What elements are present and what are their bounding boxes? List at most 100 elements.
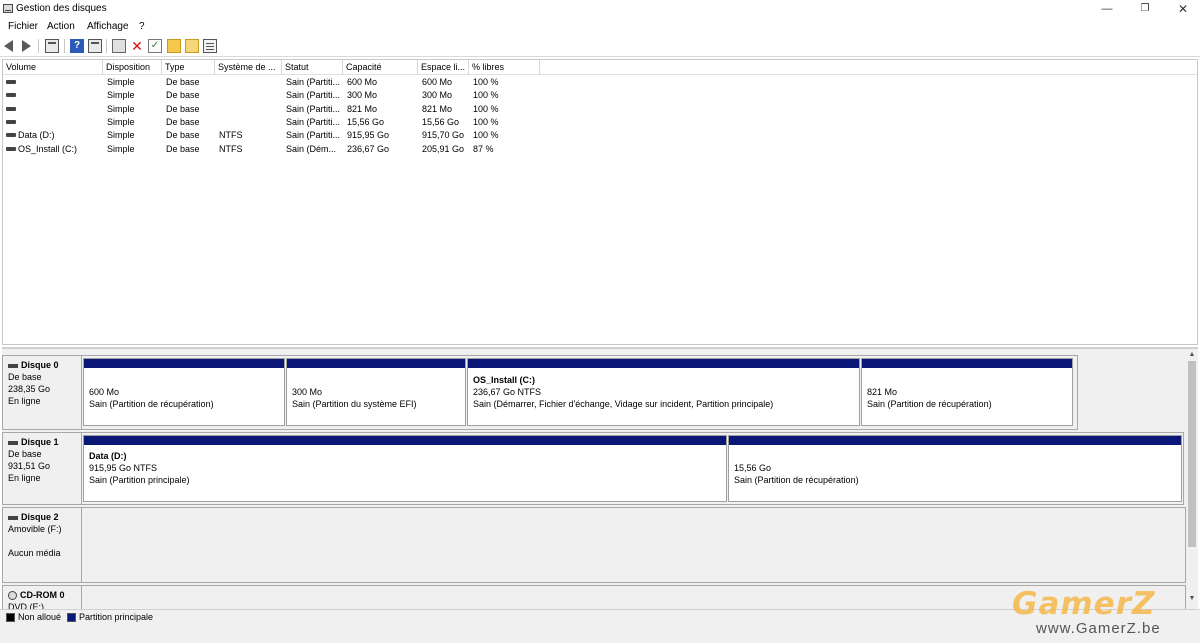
scroll-thumb[interactable] [1188, 361, 1196, 547]
disk-size [8, 535, 81, 547]
menu-action[interactable]: Action [47, 21, 75, 32]
partition-os-install[interactable]: OS_Install (C:) 236,67 Go NTFS Sain (Dém… [467, 358, 860, 426]
partition-recovery[interactable]: 15,56 Go Sain (Partition de récupération… [728, 435, 1182, 502]
table-cell: 915,95 Go [347, 130, 390, 141]
table-cell: 15,56 Go [422, 116, 460, 127]
delete-icon[interactable]: ✕ [130, 39, 144, 53]
minimize-button[interactable]: — [1088, 0, 1126, 19]
folder-search-icon[interactable] [185, 39, 199, 53]
partition-size: 236,67 Go NTFS [473, 387, 542, 397]
scroll-up-icon[interactable]: ▲ [1188, 351, 1196, 359]
partition-status: Sain (Partition principale) [89, 475, 190, 485]
partition-recovery[interactable]: 600 Mo Sain (Partition de récupération) [83, 358, 285, 426]
menu-fichier[interactable]: Fichier [8, 21, 38, 32]
column-type[interactable]: Type [162, 60, 215, 75]
partition-bar [287, 359, 465, 368]
watermark-url: www.GamerZ.be [1036, 620, 1161, 637]
cdrom-0-label[interactable]: CD-ROM 0 DVD (E:) [2, 585, 82, 609]
table-cell: De base [166, 77, 200, 87]
disk-type: De base [8, 372, 42, 382]
volume-cell: Data (D:) [3, 129, 103, 142]
table-row[interactable]: Simple De base Sain (Partiti... 821 Mo 821 M… [3, 103, 1197, 116]
table-cell: Simple [107, 90, 135, 101]
column-percent-free[interactable]: % libres [469, 60, 540, 75]
disk-row-2: Disque 2 Amovible (F:) Aucun média [2, 507, 1186, 583]
disk-0-label[interactable]: Disque 0 De base 238,35 Go En ligne [2, 355, 82, 430]
table-cell: 15,56 Go [347, 116, 385, 127]
volume-name: Data (D:) [18, 130, 55, 141]
help-icon[interactable]: ? [70, 39, 84, 53]
toolbar-separator [106, 39, 107, 53]
disk-1-label[interactable]: Disque 1 De base 931,51 Go En ligne [2, 432, 82, 505]
volume-icon [6, 146, 16, 151]
partition-bar [468, 359, 859, 368]
disk-name: Disque 1 [21, 437, 59, 447]
column-disposition[interactable]: Disposition [103, 60, 162, 75]
table-cell: Simple [107, 143, 135, 154]
table-cell: Sain (Partiti... [286, 116, 341, 127]
column-capacity[interactable]: Capacité [343, 60, 418, 75]
volume-list[interactable]: Volume Disposition Type Système de ... S… [2, 59, 1198, 345]
volume-cell [3, 76, 103, 89]
disk-name: CD-ROM 0 [20, 590, 65, 600]
volume-icon [6, 133, 16, 138]
table-cell: NTFS [219, 130, 243, 141]
close-button[interactable]: ✕ [1164, 0, 1200, 19]
table-cell: Sain (Partiti... [286, 103, 341, 114]
graph-scrollbar[interactable]: ▲ ▼ [1186, 349, 1198, 607]
partition-bar [84, 436, 726, 445]
partition-size: 821 Mo [867, 387, 898, 397]
table-cell: Sain (Dém... [286, 143, 337, 154]
table-row[interactable]: Simple De base Sain (Partiti... 300 Mo 300 M… [3, 89, 1197, 102]
menu-help[interactable]: ? [139, 21, 145, 32]
scroll-down-icon[interactable]: ▼ [1188, 595, 1196, 603]
cdrom-icon [8, 591, 17, 601]
column-file-system[interactable]: Système de ... [215, 60, 282, 75]
partition-name: Data (D:) [89, 451, 127, 461]
table-cell: 100 % [473, 116, 499, 127]
table-row[interactable]: OS_Install (C:) Simple De base NTFS Sain (Dé… [3, 143, 1197, 156]
disk-state: En ligne [8, 396, 41, 406]
check-icon[interactable]: ✓ [148, 39, 162, 53]
table-row[interactable]: Data (D:) Simple De base NTFS Sain (Partiti.… [3, 129, 1197, 142]
back-arrow-icon[interactable] [4, 40, 13, 52]
partition-status: Sain (Démarrer, Fichier d'échange, Vidag… [473, 399, 774, 409]
table-cell: 915,70 Go [422, 130, 465, 141]
partition-recovery[interactable]: 821 Mo Sain (Partition de récupération) [861, 358, 1073, 426]
partition-status: Sain (Partition de récupération) [89, 399, 214, 409]
connect-disk-icon[interactable] [112, 39, 126, 53]
console-tree-icon[interactable] [45, 39, 59, 53]
table-cell: Sain (Partiti... [286, 130, 341, 141]
properties-icon[interactable] [88, 39, 102, 53]
legend-label-unallocated: Non alloué [18, 612, 62, 622]
volume-cell [3, 103, 103, 116]
list-view-icon[interactable] [203, 39, 217, 53]
table-cell: 600 Mo [422, 77, 453, 87]
column-free-space[interactable]: Espace li... [418, 60, 469, 75]
volume-icon [6, 119, 16, 124]
table-row[interactable]: Simple De base Sain (Partiti... 600 Mo 600 M… [3, 76, 1197, 89]
disk-2-label[interactable]: Disque 2 Amovible (F:) Aucun média [2, 507, 82, 583]
partition-bar [862, 359, 1072, 368]
forward-arrow-icon[interactable] [22, 40, 31, 52]
menu-affichage[interactable]: Affichage [87, 21, 129, 32]
disk-name: Disque 2 [21, 512, 59, 522]
column-volume[interactable]: Volume [3, 60, 103, 75]
disk-row-1: Disque 1 De base 931,51 Go En ligne Data… [2, 432, 1186, 505]
partition-data[interactable]: Data (D:) 915,95 Go NTFS Sain (Partition… [83, 435, 727, 502]
folder-up-icon[interactable] [167, 39, 181, 53]
disk-type: De base [8, 449, 42, 459]
table-row[interactable]: Simple De base Sain (Partiti... 15,56 Go 15,… [3, 116, 1197, 129]
maximize-button[interactable]: ❐ [1126, 0, 1164, 19]
legend-swatch-unallocated [6, 613, 15, 622]
table-cell: 205,91 Go [422, 143, 465, 154]
volume-cell [3, 89, 103, 102]
partition-size: 915,95 Go NTFS [89, 463, 158, 473]
table-cell: De base [166, 116, 200, 127]
volume-icon [6, 93, 16, 98]
disk-size: 931,51 Go [8, 461, 51, 471]
volume-cell [3, 116, 103, 129]
column-status[interactable]: Statut [282, 60, 343, 75]
table-cell: De base [166, 90, 200, 101]
partition-efi[interactable]: 300 Mo Sain (Partition du système EFI) [286, 358, 466, 426]
